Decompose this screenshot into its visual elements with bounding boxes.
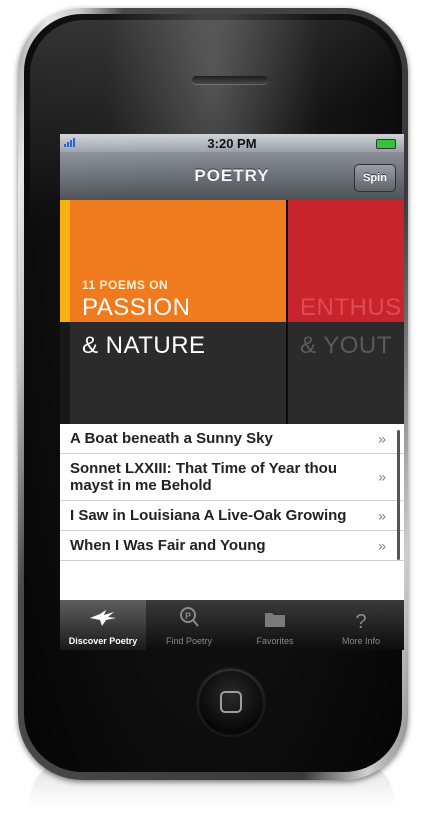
question-icon: ? (355, 611, 367, 633)
earpiece-speaker (192, 76, 268, 84)
tab-bar: Discover Poetry P Find Poetry Favorites … (60, 600, 404, 650)
chevron-right-icon: » (378, 430, 386, 446)
tab-favorites[interactable]: Favorites (232, 600, 318, 650)
pegasus-icon (88, 608, 118, 633)
poem-title: When I Was Fair and Young (70, 537, 266, 554)
chevron-right-icon: » (378, 468, 386, 485)
previous-card-edge (60, 200, 70, 322)
scrollbar[interactable] (397, 430, 400, 560)
tab-discover-poetry[interactable]: Discover Poetry (60, 600, 146, 650)
poem-list: A Boat beneath a Sunny Sky » Sonnet LXXI… (60, 424, 404, 600)
next-card-title-line2: & YOUT (300, 332, 392, 359)
chevron-right-icon: » (378, 507, 386, 523)
tab-label: Favorites (256, 636, 294, 646)
next-card-title-line1: ENTHUS (300, 294, 402, 321)
signal-strength-icon (64, 138, 75, 147)
card-title-line1: PASSION (82, 294, 191, 321)
list-item[interactable]: I Saw in Louisiana A Live-Oak Growing » (60, 501, 404, 531)
tab-label: More Info (341, 636, 381, 646)
poem-title: Sonnet LXXIII: That Time of Year thou ma… (70, 460, 337, 494)
category-card-passion-nature[interactable]: 11 POEMS ON PASSION & NATURE (70, 200, 286, 424)
search-p-icon: P (178, 606, 200, 633)
tab-label: Discover Poetry (68, 636, 138, 646)
chevron-right-icon: » (378, 537, 386, 553)
home-square-icon (220, 691, 242, 713)
poem-title: A Boat beneath a Sunny Sky (70, 430, 273, 447)
card-title-line2: & NATURE (82, 332, 206, 359)
category-carousel[interactable]: 11 POEMS ON PASSION & NATURE ENTHUS & YO… (60, 200, 404, 424)
list-item[interactable]: A Boat beneath a Sunny Sky » (60, 424, 404, 454)
folder-icon (264, 610, 286, 633)
category-card-next[interactable]: ENTHUS & YOUT (288, 200, 404, 424)
svg-text:P: P (185, 611, 191, 621)
nav-title: POETRY (194, 166, 270, 185)
navigation-bar: POETRY Spin (60, 152, 404, 201)
tab-more-info[interactable]: ? More Info (318, 600, 404, 650)
phone-screen: 3:20 PM POETRY Spin 11 POEMS ON PASSION … (60, 134, 404, 650)
list-item[interactable]: Sonnet LXXIII: That Time of Year thou ma… (60, 454, 404, 501)
home-button[interactable] (198, 669, 264, 735)
tab-find-poetry[interactable]: P Find Poetry (146, 600, 232, 650)
spin-button[interactable]: Spin (354, 164, 396, 192)
poem-title: I Saw in Louisiana A Live-Oak Growing (70, 507, 347, 524)
status-bar: 3:20 PM (60, 134, 404, 152)
list-item[interactable]: When I Was Fair and Young » (60, 531, 404, 561)
tab-label: Find Poetry (165, 636, 213, 646)
card-kicker: 11 POEMS ON (82, 278, 169, 292)
status-time: 3:20 PM (207, 135, 257, 151)
battery-icon (376, 139, 396, 149)
